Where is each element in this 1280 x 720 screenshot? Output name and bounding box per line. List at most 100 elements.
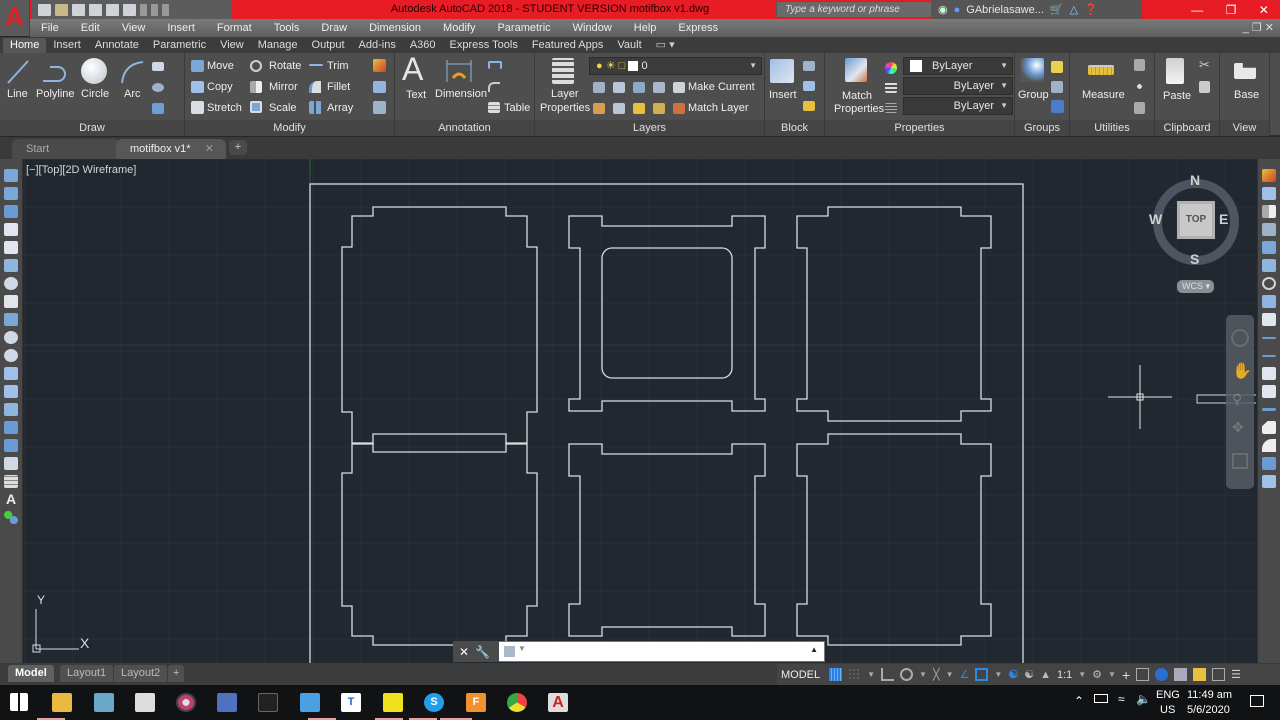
language-region[interactable]: US — [1160, 704, 1175, 716]
annotation-monitor-icon[interactable]: + — [1122, 667, 1130, 683]
offset-tool-icon[interactable] — [1262, 223, 1276, 236]
calculator-icon[interactable] — [1134, 102, 1145, 114]
add-selected-tool-icon[interactable] — [4, 511, 18, 524]
grid-display-icon[interactable] — [829, 668, 843, 681]
close-tab-icon[interactable]: ✕ — [205, 139, 214, 159]
arc-button[interactable]: Arc — [124, 88, 141, 100]
mirror-button[interactable]: Mirror — [269, 81, 298, 93]
explode-tool-icon[interactable] — [1262, 475, 1276, 488]
point-icon[interactable] — [1134, 81, 1145, 92]
layer-unisolate-icon[interactable] — [613, 103, 625, 114]
file-explorer-icon[interactable] — [52, 693, 72, 712]
make-block-tool-icon[interactable] — [4, 385, 18, 398]
pan-icon[interactable]: ✋ — [1232, 361, 1252, 380]
file-tab-start[interactable]: Start — [12, 139, 120, 159]
stretch-button[interactable]: Stretch — [207, 102, 242, 114]
cart-icon[interactable]: 🛒 — [1050, 3, 1064, 16]
show-hidden-icons[interactable]: ⌃ — [1074, 694, 1084, 708]
fillet-tool-icon[interactable] — [1262, 439, 1276, 452]
menu-window[interactable]: Window — [562, 22, 623, 34]
mtext-tool-icon[interactable]: A — [4, 492, 18, 506]
layers-panel-label[interactable]: Layers — [535, 120, 764, 136]
ribbon-tab-featured-apps[interactable]: Featured Apps — [525, 38, 611, 53]
gradient-tool-icon[interactable] — [4, 439, 18, 452]
steering-wheel-icon[interactable] — [1231, 329, 1249, 347]
layer-thaw-icon[interactable] — [633, 103, 645, 114]
layer-on-icon[interactable] — [593, 103, 605, 114]
lineweight-dropdown[interactable]: ByLayer ▼ — [903, 77, 1013, 95]
notifications-icon[interactable] — [1250, 695, 1264, 707]
menu-draw[interactable]: Draw — [310, 22, 358, 34]
text-button[interactable]: Text — [406, 89, 426, 101]
remote-desktop-icon[interactable] — [300, 693, 320, 712]
customize-wrench-icon[interactable]: 🔧 — [475, 645, 490, 659]
workspace-chevron-icon[interactable]: ▼ — [1108, 670, 1116, 679]
menu-tools[interactable]: Tools — [263, 22, 311, 34]
erase-icon[interactable] — [373, 59, 386, 72]
snap-chevron-icon[interactable]: ▼ — [867, 670, 875, 679]
make-current-button[interactable]: Make Current — [688, 81, 755, 93]
cut-icon[interactable]: ✂ — [1199, 57, 1210, 73]
clock-date[interactable]: 5/6/2020 — [1187, 704, 1230, 716]
break-at-point-tool-icon[interactable] — [1262, 367, 1276, 380]
spline-tool-icon[interactable] — [4, 313, 18, 326]
restore-icon[interactable]: ❐ — [1226, 3, 1237, 17]
linear-dimension-icon[interactable] — [488, 61, 502, 69]
trim-tool-icon[interactable] — [1262, 337, 1276, 339]
layout-tab-layout1[interactable]: Layout1 — [60, 665, 114, 682]
erase-tool-icon[interactable] — [1262, 169, 1276, 182]
create-block-icon[interactable] — [803, 61, 815, 71]
snap-mode-icon[interactable] — [848, 668, 862, 681]
zoom-extents-icon[interactable]: ⚲ — [1232, 391, 1248, 409]
wcs-dropdown[interactable]: WCS ▾ — [1177, 280, 1214, 293]
circle-button[interactable]: Circle — [81, 88, 109, 100]
join-tool-icon[interactable] — [1262, 408, 1276, 411]
color-dropdown[interactable]: ByLayer ▼ — [903, 57, 1013, 75]
notepad-icon[interactable] — [94, 693, 114, 712]
polar-tracking-icon[interactable] — [900, 668, 914, 681]
fusion-icon[interactable]: F — [466, 693, 486, 712]
new-icon[interactable] — [38, 3, 51, 16]
paste-button[interactable]: Paste — [1163, 90, 1191, 102]
typora-icon[interactable]: T — [341, 693, 361, 712]
close-icon[interactable]: ✕ — [1259, 3, 1269, 17]
dimension-button[interactable]: Dimension — [435, 88, 487, 100]
layer-properties-label-2[interactable]: Properties — [540, 102, 590, 114]
skype-icon[interactable]: S — [424, 693, 444, 712]
utilities-panel-label[interactable]: Utilities — [1070, 120, 1154, 136]
chamfer-tool-icon[interactable] — [1262, 421, 1276, 434]
table-tool-icon[interactable] — [4, 475, 18, 488]
ribbon-tab-parametric[interactable]: Parametric — [146, 38, 213, 53]
ribbon-tab-annotate[interactable]: Annotate — [88, 38, 146, 53]
network-app-icon[interactable] — [217, 693, 237, 712]
match-layer-button[interactable]: Match Layer — [688, 102, 749, 114]
construction-line-tool-icon[interactable] — [4, 187, 18, 200]
move-button[interactable]: Move — [207, 60, 234, 72]
scale-chevron-icon[interactable]: ▼ — [1078, 670, 1086, 679]
object-snap-icon[interactable] — [975, 668, 989, 681]
block-panel-label[interactable]: Block — [765, 120, 824, 136]
ribbon-tab-home[interactable]: Home — [3, 38, 47, 53]
layout-tab-model[interactable]: Model — [8, 665, 54, 682]
draw-panel-label[interactable]: Draw — [0, 120, 184, 136]
annotation-panel-label[interactable]: Annotation — [395, 120, 534, 136]
save-icon[interactable] — [89, 3, 102, 16]
polar-chevron-icon[interactable]: ▼ — [919, 670, 927, 679]
menu-dimension[interactable]: Dimension — [358, 22, 432, 34]
customize-chevron-icon[interactable] — [162, 3, 169, 16]
plot-icon[interactable] — [123, 3, 136, 16]
match-properties-label-2[interactable]: Properties — [834, 103, 884, 115]
explode-icon[interactable] — [373, 81, 386, 93]
document-window-controls[interactable]: _ ❐ ✕ — [1243, 21, 1274, 34]
scale-button[interactable]: Scale — [269, 102, 297, 114]
add-layout-button[interactable]: + — [168, 665, 185, 682]
scale-tool-icon[interactable] — [1262, 295, 1276, 308]
terminal-icon[interactable] — [258, 693, 278, 712]
redo-icon[interactable] — [151, 3, 158, 16]
file-tab-motifbox[interactable]: motifbox v1* ✕ — [116, 139, 226, 159]
blend-curves-tool-icon[interactable] — [1262, 457, 1276, 470]
measure-button[interactable]: Measure — [1082, 89, 1125, 101]
ribbon-tab-addins[interactable]: Add-ins — [352, 38, 403, 53]
menu-express[interactable]: Express — [667, 22, 729, 34]
ribbon-tab-vault[interactable]: Vault — [610, 38, 648, 53]
